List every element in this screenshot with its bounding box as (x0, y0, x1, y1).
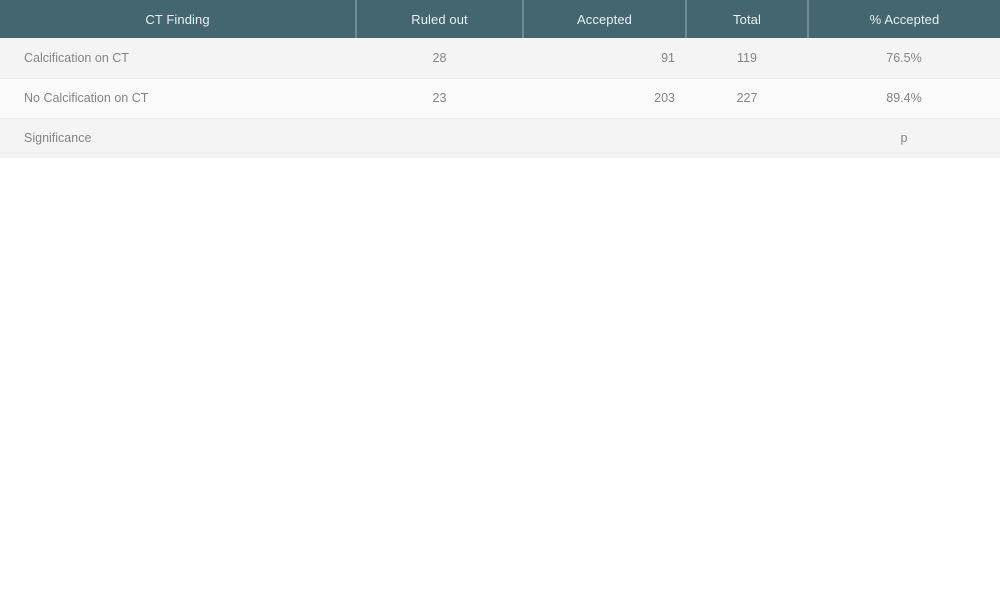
cell-significance-label: Significance (0, 118, 356, 158)
column-header-ruled-out[interactable]: Ruled out (356, 0, 524, 38)
table-header-row: CT Finding Ruled out Accepted Total % Ac… (0, 0, 1000, 38)
cell-total: 119 (686, 38, 808, 79)
cell-significance-value: p (808, 118, 1000, 158)
cell-finding: No Calcification on CT (0, 78, 356, 119)
column-header-accepted[interactable]: Accepted (523, 0, 687, 38)
cell-total: 227 (686, 78, 808, 119)
cell-pct-accepted: 76.5% (808, 38, 1000, 79)
column-header-pct-accepted[interactable]: % Accepted (808, 0, 1000, 38)
cell-accepted: 203 (523, 78, 686, 119)
cell-ruled-out: 28 (356, 38, 523, 79)
table-row: Calcification on CT 28 91 119 76.5% (0, 38, 1000, 79)
cell-pct-accepted: 89.4% (808, 78, 1000, 119)
cell-ruled-out (356, 118, 523, 158)
column-header-total[interactable]: Total (686, 0, 809, 38)
column-header-ct-finding[interactable]: CT Finding (0, 0, 357, 38)
table-container: CT Finding Ruled out Accepted Total % Ac… (0, 0, 1000, 158)
table-row: No Calcification on CT 23 203 227 89.4% (0, 78, 1000, 119)
table-body: Calcification on CT 28 91 119 76.5% No C… (0, 38, 1000, 158)
ct-finding-table: CT Finding Ruled out Accepted Total % Ac… (0, 0, 1000, 158)
cell-finding: Calcification on CT (0, 38, 356, 79)
cell-accepted (523, 118, 686, 158)
table-row: Significance p (0, 118, 1000, 158)
cell-total (686, 118, 808, 158)
cell-ruled-out: 23 (356, 78, 523, 119)
table-header: CT Finding Ruled out Accepted Total % Ac… (0, 0, 1000, 38)
cell-accepted: 91 (523, 38, 686, 79)
